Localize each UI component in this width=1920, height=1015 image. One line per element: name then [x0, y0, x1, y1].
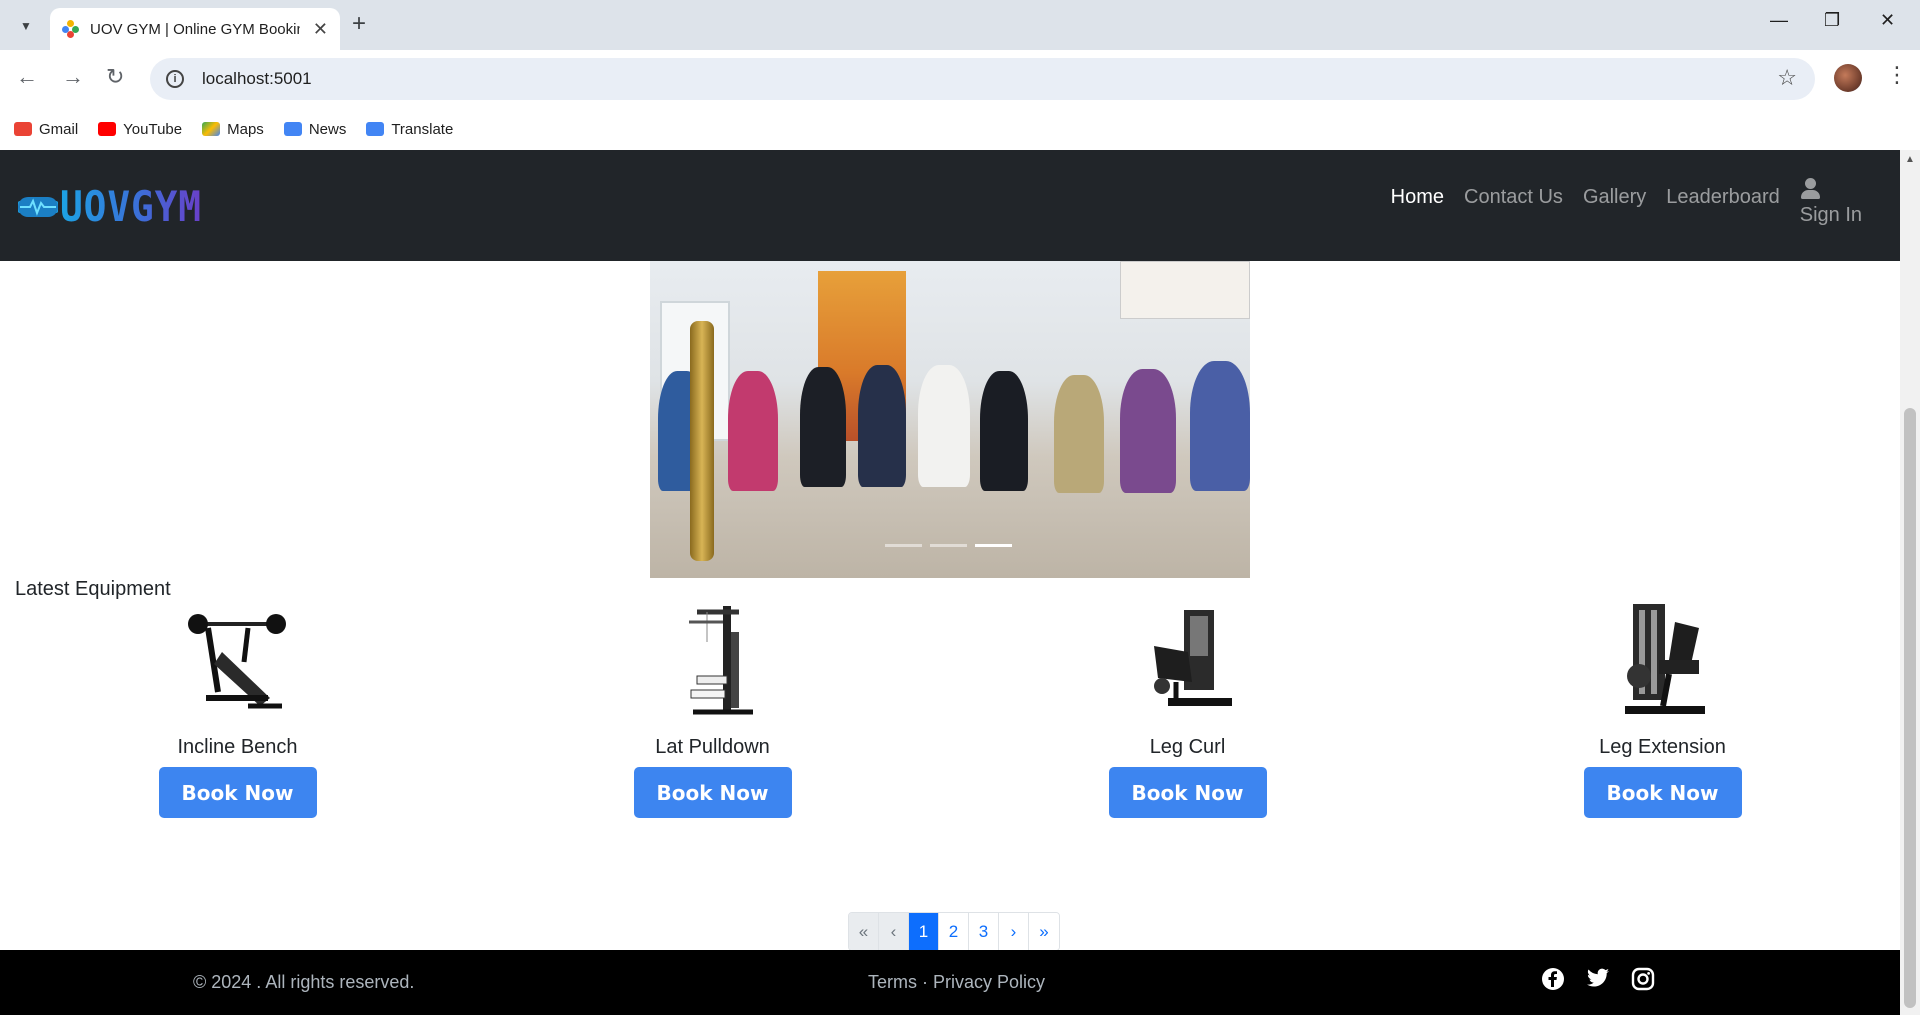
site-footer: © 2024 . All rights reserved. Terms · Pr…: [0, 950, 1900, 1015]
maps-icon: [202, 122, 221, 136]
equipment-card-incline-bench: Incline Bench Book Now: [0, 602, 475, 818]
profile-avatar[interactable]: [1834, 64, 1862, 92]
tab-title: UOV GYM | Online GYM Booking: [90, 20, 300, 38]
twitter-icon[interactable]: [1585, 966, 1610, 991]
bookmark-label: Maps: [227, 120, 264, 138]
nav-home[interactable]: Home: [1391, 178, 1444, 209]
sign-in-label: Sign In: [1799, 204, 1862, 226]
section-title: Latest Equipment: [15, 578, 171, 600]
bookmark-label: YouTube: [123, 120, 183, 138]
nav-gallery[interactable]: Gallery: [1583, 178, 1646, 209]
instagram-icon[interactable]: [1630, 966, 1655, 991]
bookmark-translate[interactable]: Translate: [366, 121, 453, 138]
carousel-notice-board: [1120, 261, 1250, 319]
scrollbar-thumb[interactable]: [1904, 408, 1916, 1008]
equipment-card-leg-curl: Leg Curl Book Now: [950, 602, 1425, 818]
equipment-card-lat-pulldown: Lat Pulldown Book Now: [475, 602, 950, 818]
translate-icon: [366, 122, 385, 136]
pagination: « ‹ 1 2 3 › »: [848, 912, 1060, 951]
restore-icon[interactable]: ❐: [1824, 10, 1840, 31]
bookmark-youtube[interactable]: YouTube: [98, 121, 182, 138]
equipment-name: Incline Bench: [177, 736, 298, 758]
page-1[interactable]: 1: [909, 913, 939, 950]
address-url[interactable]: localhost:5001: [202, 69, 312, 89]
carousel-indicators: [885, 544, 1012, 547]
leg-curl-icon: [1128, 602, 1248, 722]
book-now-button[interactable]: Book Now: [633, 767, 792, 818]
book-now-button[interactable]: Book Now: [1108, 767, 1267, 818]
lat-pulldown-icon: [653, 602, 773, 722]
nav-leaderboard[interactable]: Leaderboard: [1666, 178, 1779, 209]
bookmark-gmail[interactable]: Gmail: [14, 121, 78, 138]
incline-bench-icon: [178, 602, 298, 722]
browser-toolbar: ← → ↻ i localhost:5001 ☆ ⋮: [0, 50, 1920, 108]
dumbbell-heart-icon: [16, 189, 60, 225]
carousel-indicator-2[interactable]: [930, 544, 967, 547]
page-3[interactable]: 3: [969, 913, 999, 950]
news-icon: [283, 122, 302, 136]
equipment-name: Lat Pulldown: [655, 736, 770, 758]
tab-favicon-icon: [62, 20, 80, 38]
equipment-name: Leg Curl: [1149, 736, 1226, 758]
bookmark-maps[interactable]: Maps: [202, 121, 264, 138]
page-2[interactable]: 2: [939, 913, 969, 950]
bookmarks-bar: Gmail YouTube Maps News Translate: [0, 108, 1920, 150]
carousel-indicator-1[interactable]: [885, 544, 922, 547]
logo-text: UOVGYM: [60, 182, 202, 231]
close-window-icon[interactable]: ✕: [1880, 10, 1895, 31]
tab-search-chevron-icon[interactable]: ▼: [10, 10, 42, 42]
footer-links[interactable]: Terms · Privacy Policy: [868, 972, 1045, 993]
nav-contact-us[interactable]: Contact Us: [1464, 178, 1563, 209]
leg-extension-icon: [1603, 602, 1723, 722]
copyright-text: © 2024 . All rights reserved.: [193, 972, 415, 992]
scroll-up-icon[interactable]: ▲: [1905, 154, 1915, 165]
gmail-icon: [14, 122, 32, 136]
back-icon[interactable]: ←: [16, 64, 38, 90]
carousel-seated-guests: [650, 341, 1250, 501]
new-tab-button[interactable]: +: [352, 10, 366, 38]
book-now-button[interactable]: Book Now: [158, 767, 317, 818]
nav-links: Home Contact Us Gallery Leaderboard Sign…: [1391, 178, 1862, 227]
user-icon: [1800, 178, 1822, 202]
carousel-indicator-3[interactable]: [975, 544, 1012, 547]
page-last[interactable]: »: [1029, 913, 1059, 950]
equipment-card-leg-extension: Leg Extension Book Now: [1425, 602, 1900, 818]
image-carousel[interactable]: [650, 261, 1250, 578]
facebook-icon[interactable]: [1540, 966, 1565, 991]
address-bar[interactable]: i localhost:5001 ☆: [150, 58, 1815, 100]
reload-icon[interactable]: ↻: [106, 64, 124, 90]
equipment-name: Leg Extension: [1599, 736, 1726, 758]
book-now-button[interactable]: Book Now: [1583, 767, 1742, 818]
sign-in-link[interactable]: Sign In: [1800, 178, 1862, 227]
forward-icon[interactable]: →: [62, 64, 84, 90]
site-info-icon[interactable]: i: [166, 70, 184, 88]
site-logo[interactable]: UOVGYM: [16, 182, 218, 231]
bookmark-star-icon[interactable]: ☆: [1777, 65, 1797, 91]
page-next[interactable]: ›: [999, 913, 1029, 950]
bookmark-label: Gmail: [39, 120, 79, 138]
browser-menu-icon[interactable]: ⋮: [1886, 62, 1908, 88]
page-viewport: UOVGYM Home Contact Us Gallery Leaderboa…: [0, 150, 1900, 1015]
bookmark-label: Translate: [391, 120, 454, 138]
page-prev[interactable]: ‹: [879, 913, 909, 950]
browser-tabstrip: ▼ UOV GYM | Online GYM Booking ✕ + — ❐ ✕: [0, 0, 1920, 50]
bookmark-news[interactable]: News: [283, 120, 347, 138]
tab-close-icon[interactable]: ✕: [313, 19, 328, 40]
youtube-icon: [98, 122, 117, 136]
page-scrollbar[interactable]: ▲: [1900, 150, 1920, 1015]
social-links: [1540, 966, 1655, 991]
browser-tab[interactable]: UOV GYM | Online GYM Booking ✕: [50, 8, 340, 50]
carousel-oil-lamp: [690, 321, 714, 561]
minimize-icon[interactable]: —: [1770, 10, 1788, 31]
site-navbar: UOVGYM Home Contact Us Gallery Leaderboa…: [0, 150, 1900, 261]
page-first[interactable]: «: [849, 913, 879, 950]
bookmark-label: News: [308, 120, 347, 138]
